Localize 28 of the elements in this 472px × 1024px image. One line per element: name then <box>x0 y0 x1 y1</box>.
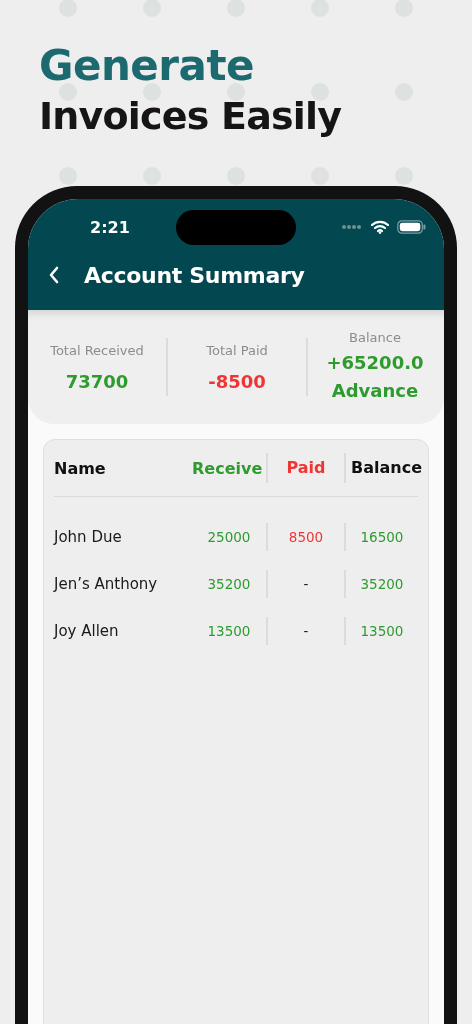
column-header: Name <box>54 458 107 478</box>
table-cell-text: Joy Allen <box>54 620 120 642</box>
headline-accent: Generate <box>39 40 254 92</box>
table-cell: - <box>266 616 344 645</box>
column-header: Paid <box>266 453 344 483</box>
table-cell: 8500 <box>266 522 344 551</box>
table-cell-text: 35200 <box>206 574 252 594</box>
stat-value: 73700 <box>65 370 129 392</box>
stat-label: Balance <box>349 329 401 345</box>
table-cell-text: John Due <box>54 526 123 548</box>
battery-icon <box>397 220 426 234</box>
screen-title: Account Summary <box>84 262 305 288</box>
table-cell-text: 13500 <box>206 621 252 641</box>
headline: Invoices Easily <box>39 93 342 140</box>
stat-value: +65200.0 Advance <box>325 350 425 403</box>
table-cell: 13500 <box>344 616 418 645</box>
status-time: 2:21 <box>90 217 131 237</box>
table-cell-text: 25000 <box>206 527 252 547</box>
stat-value: -8500 <box>208 370 266 392</box>
stat-label: Total Paid <box>206 342 268 358</box>
stat-label: Total Received <box>50 342 144 358</box>
signal-icon <box>341 224 363 230</box>
wifi-icon <box>371 220 389 234</box>
table-cell: - <box>266 569 344 598</box>
table-cell: 35200 <box>344 569 418 598</box>
table-cell: 16500 <box>344 522 418 551</box>
column-header: Receive <box>192 458 264 478</box>
table-cell-text: Jen’s Anthony <box>54 573 159 595</box>
